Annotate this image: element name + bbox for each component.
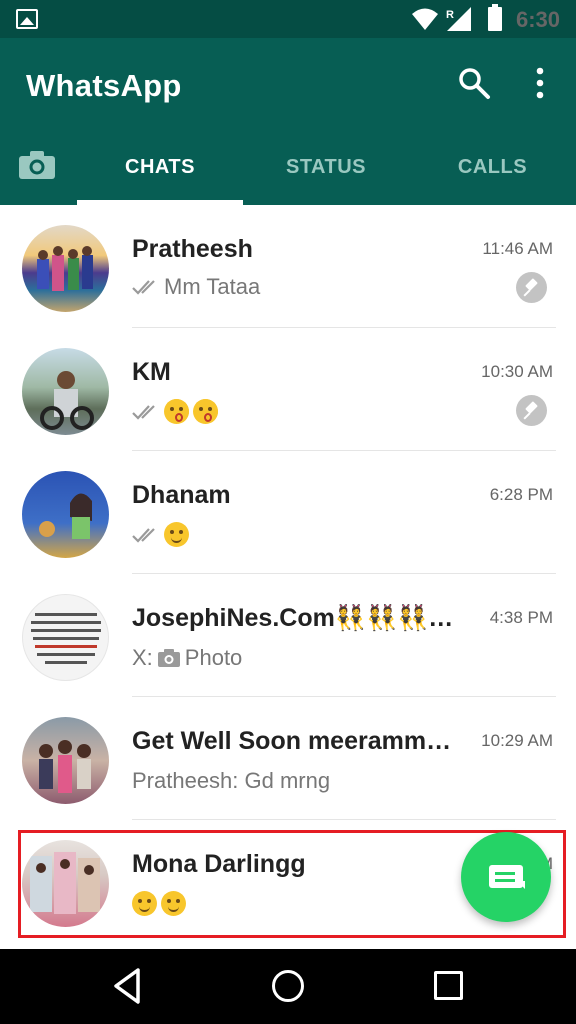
back-icon[interactable] [112,967,144,1005]
home-icon[interactable] [272,970,304,1002]
new-chat-button[interactable] [461,832,551,922]
tab-calls[interactable]: CALLS [409,130,576,205]
chat-row-km[interactable]: KM 10:30 AM [0,328,576,451]
avatar[interactable] [22,717,109,804]
message-icon [489,865,525,889]
chat-preview [132,522,189,547]
chat-preview-text: Pratheesh: Gd mrng [132,768,331,793]
chat-time: 6:28 PM [489,485,553,504]
camera-photo-icon [157,649,180,667]
chat-name: JosephiNes.Com👯👯👯💕 … [132,604,462,632]
double-tick-icon [132,527,155,543]
tab-status-label: STATUS [285,156,367,178]
chat-preview: Pratheesh: Gd mrng [132,768,330,794]
status-time: 6:30 [516,7,561,32]
tab-chats-label: CHATS [125,156,195,178]
chat-row-josephines[interactable]: JosephiNes.Com👯👯👯💕 … 4:38 PM X: Photo [0,574,576,697]
chat-name: KM [132,358,171,386]
avatar-photo [31,613,101,664]
double-tick-icon [132,404,155,420]
chat-row-dhanam[interactable]: Dhanam 6:28 PM [0,451,576,574]
chat-row-pratheesh[interactable]: Pratheesh 11:46 AM Mm Tataa [0,205,576,328]
gallery-icon [16,9,38,29]
chat-time: 11:46 AM [482,239,553,258]
chat-preview-text: Photo [184,645,243,670]
avatar[interactable] [22,348,109,435]
avatar[interactable] [22,225,109,312]
kiss-emoji [193,399,218,424]
chat-preview: Mm Tataa [132,274,260,300]
chat-name: Dhanam [132,481,231,509]
tab-bar: CHATS STATUS CALLS [0,130,576,205]
avatar-photo [39,493,92,539]
tab-calls-label: CALLS [457,156,528,178]
chat-preview-text: Mm Tataa [164,274,261,299]
battery-icon [488,4,502,31]
more-vert-icon[interactable] [530,66,550,100]
tab-chats[interactable]: CHATS [77,130,243,205]
chat-preview [132,399,218,424]
chat-time: 10:29 AM [481,731,553,750]
smile-emoji [164,522,189,547]
svg-text:R: R [446,9,454,21]
tab-status[interactable]: STATUS [243,130,409,205]
chat-name: Get Well Soon meeramma… [132,727,462,755]
app-title: WhatsApp [26,68,182,103]
system-nav-bar [0,949,576,1024]
double-tick-icon [132,280,155,295]
chat-time: 10:30 AM [481,362,553,381]
recent-apps-icon[interactable] [434,971,463,1000]
chat-row-get-well-soon[interactable]: Get Well Soon meeramma… 10:29 AM Prathee… [0,697,576,820]
signal-icon: R [446,7,471,31]
avatar-photo [37,246,93,291]
avatar[interactable] [22,594,109,681]
avatar-photo [39,740,91,793]
avatar[interactable] [22,471,109,558]
pin-icon [516,395,547,426]
chat-preview: X: Photo [132,645,242,671]
kiss-emoji [164,399,189,424]
chat-time: 4:38 PM [489,608,553,627]
avatar-photo [40,371,94,430]
wifi-icon [412,8,438,30]
chat-name: Pratheesh [132,235,253,263]
search-icon[interactable] [457,66,491,100]
status-bar: R 6:30 [0,0,576,38]
chat-preview-sender: X: [132,645,153,670]
pin-icon [516,272,547,303]
